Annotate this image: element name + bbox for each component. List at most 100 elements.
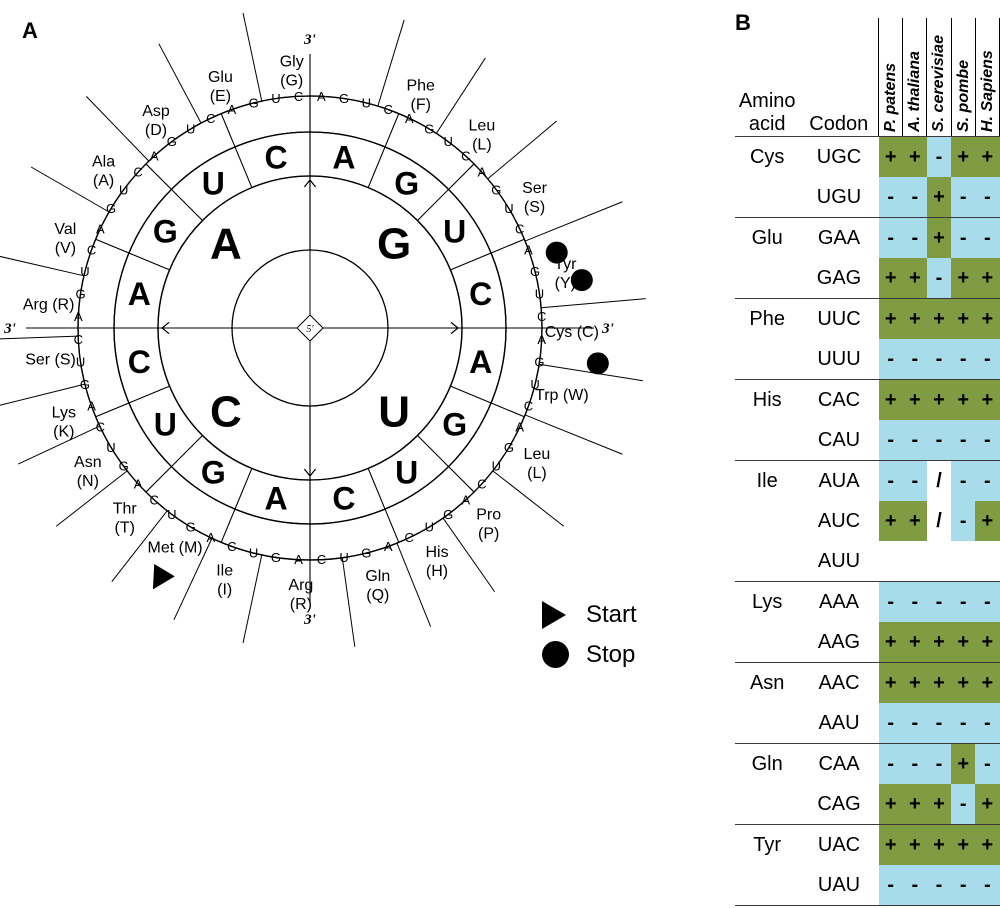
outer-ring-base: U — [362, 95, 371, 110]
amino-acid-name: Asn — [74, 454, 102, 471]
cell-codon: AAC — [799, 663, 878, 704]
amino-acid-name: Val — [54, 221, 76, 238]
cell-usage-5: + — [975, 825, 999, 866]
amino-acid-name: Cys (C) — [545, 324, 599, 341]
cell-usage-1: + — [879, 299, 903, 340]
cell-usage-2: + — [903, 380, 927, 421]
cell-codon: CAG — [799, 784, 878, 825]
cell-usage-4: - — [951, 865, 975, 906]
cell-usage-1 — [879, 541, 903, 582]
cell-usage-1: + — [879, 825, 903, 866]
cell-usage-3: + — [927, 825, 951, 866]
cell-usage-1: - — [879, 218, 903, 259]
cell-usage-4: - — [951, 784, 975, 825]
cell-usage-3: + — [927, 218, 951, 259]
amino-acid-code: (H) — [426, 563, 448, 580]
amino-acid-code: (F) — [411, 97, 431, 114]
prime-bottom-label: 3' — [303, 612, 316, 628]
table-row: HisCAC+++++ — [735, 380, 1000, 421]
amino-acid-label: Leu (L) — [469, 117, 496, 153]
amino-acid-spoke — [541, 299, 646, 308]
amino-acid-name: Thr — [113, 500, 138, 517]
ring-divider — [235, 468, 252, 509]
ring-divider — [129, 253, 170, 270]
cell-amino-acid — [735, 501, 799, 541]
ring-divider — [146, 467, 171, 492]
cell-usage-2 — [903, 541, 927, 582]
amino-acid-name: Lys — [52, 405, 76, 422]
cell-usage-2: + — [903, 825, 927, 866]
mid-ring-base: A — [264, 481, 287, 517]
cell-amino-acid: Phe — [735, 299, 799, 340]
table-row: AUU — [735, 541, 1000, 582]
table-row: CAU----- — [735, 420, 1000, 461]
cell-amino-acid — [735, 420, 799, 461]
header-amino-line2: acid — [735, 113, 799, 136]
amino-acid-name: Ser (S) — [25, 351, 76, 368]
cell-usage-5: + — [975, 380, 999, 421]
cell-usage-3: + — [927, 663, 951, 704]
table-row: AUC++/-+ — [735, 501, 1000, 541]
amino-acid-label: Cys (C) — [545, 324, 599, 341]
cell-usage-1: - — [879, 744, 903, 785]
stop-codon-marker — [546, 242, 568, 264]
cell-usage-4: + — [951, 622, 975, 663]
cell-amino-acid — [735, 703, 799, 744]
table-row: GAG++-++ — [735, 258, 1000, 299]
header-amino-acid: Amino acid — [735, 18, 799, 137]
amino-acid-name: Ile — [216, 563, 233, 580]
table-row: UAU----- — [735, 865, 1000, 906]
cell-amino-acid — [735, 622, 799, 663]
amino-acid-label: Asp(D) — [142, 103, 170, 139]
table-row: UGU--+-- — [735, 177, 1000, 218]
outer-ring-base: G — [534, 355, 544, 370]
prime-left-label: 3' — [3, 321, 16, 337]
cell-usage-1: + — [879, 137, 903, 178]
outer-ring-base: U — [339, 550, 348, 565]
ring-divider — [450, 386, 491, 403]
mid-ring-base: G — [201, 455, 226, 491]
inner-ring-base: U — [378, 388, 410, 437]
cell-usage-1: + — [879, 784, 903, 825]
table-row: IleAUA--/-- — [735, 461, 1000, 502]
ring-divider — [450, 253, 491, 270]
outer-ring-base: U — [444, 134, 453, 149]
mid-ring-base: U — [395, 455, 418, 491]
outer-ring-base: A — [515, 420, 524, 435]
outer-ring-base: A — [74, 309, 83, 324]
amino-acid-name: Asp — [142, 103, 170, 120]
start-triangle-icon — [540, 600, 574, 630]
cell-usage-1: + — [879, 501, 903, 541]
ring-divider — [491, 403, 524, 417]
outer-ring-base: C — [383, 102, 392, 117]
cell-usage-2: + — [903, 784, 927, 825]
amino-acid-spoke — [0, 384, 85, 406]
ring-divider — [221, 114, 235, 147]
cell-usage-2: - — [903, 703, 927, 744]
amino-acid-name: Leu — [524, 446, 551, 463]
cell-usage-3: - — [927, 339, 951, 380]
ring-divider — [385, 509, 399, 542]
amino-acid-name: Arg (R) — [23, 297, 75, 314]
cell-usage-5: + — [975, 663, 999, 704]
cell-usage-3: - — [927, 703, 951, 744]
cell-usage-4: - — [951, 339, 975, 380]
stop-circle-icon — [540, 640, 574, 670]
cell-amino-acid: Tyr — [735, 825, 799, 866]
outer-ring-base: G — [424, 122, 434, 137]
amino-acid-name: Leu — [469, 117, 496, 134]
cell-usage-3: - — [927, 258, 951, 299]
outer-ring-base: A — [384, 539, 393, 554]
cell-codon: UGC — [799, 137, 878, 178]
amino-acid-code: (T) — [115, 519, 135, 536]
cell-codon: UGU — [799, 177, 878, 218]
amino-acid-code: (L) — [472, 136, 492, 153]
outer-ring-base: G — [339, 91, 349, 106]
cell-usage-5: + — [975, 299, 999, 340]
mid-ring-base: A — [128, 276, 151, 312]
cell-usage-1: - — [879, 461, 903, 502]
cell-usage-5: - — [975, 177, 999, 218]
amino-acid-label: Ser(S) — [522, 180, 548, 216]
amino-acid-name: Ala — [92, 154, 115, 171]
cell-codon: CAA — [799, 744, 878, 785]
